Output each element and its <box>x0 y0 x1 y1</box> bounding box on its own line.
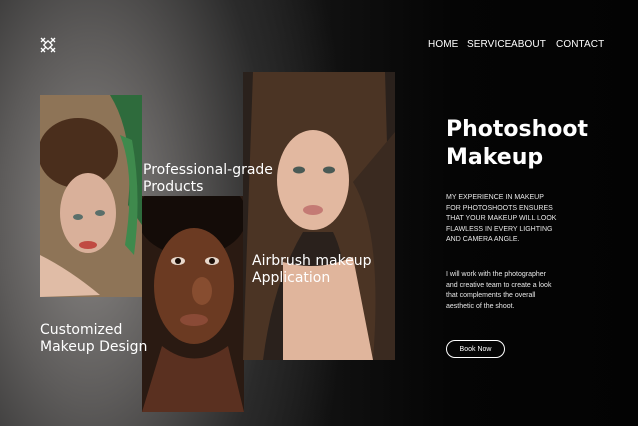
service-caption-line: Airbrush makeup <box>252 253 372 269</box>
service-caption-line: Products <box>143 179 204 195</box>
title-line: Makeup <box>446 145 544 170</box>
title-line: Photoshoot <box>446 117 589 142</box>
portrait-photo-curly-hair <box>40 95 142 297</box>
nav-home[interactable]: HOME <box>428 39 458 50</box>
page-title: Photoshoot Makeup <box>446 116 626 172</box>
portrait-photo-long-hair <box>243 72 395 360</box>
service-caption-products: Professional-grade Products <box>143 162 273 196</box>
nav-service[interactable]: SERVICE <box>467 39 511 50</box>
service-caption-line: Makeup Design <box>40 339 148 355</box>
nav-about[interactable]: ABOUT <box>511 39 546 50</box>
service-caption-customized: Customized Makeup Design <box>40 322 147 356</box>
description-paragraph: I will work with the photographer and cr… <box>446 271 552 310</box>
portrait-photo-glowing-skin <box>142 196 244 412</box>
service-caption-line: Professional-grade <box>143 162 273 178</box>
book-now-button[interactable]: Book Now <box>446 340 505 358</box>
service-caption-line: Customized <box>40 322 123 338</box>
service-caption-airbrush: Airbrush makeup Application <box>252 253 372 287</box>
service-caption-line: Application <box>252 270 331 286</box>
intro-paragraph: MY EXPERIENCE IN MAKEUP FOR PHOTOSHOOTS … <box>446 194 557 244</box>
nav-contact[interactable]: CONTACT <box>556 39 604 50</box>
logo-icon[interactable] <box>39 36 57 54</box>
